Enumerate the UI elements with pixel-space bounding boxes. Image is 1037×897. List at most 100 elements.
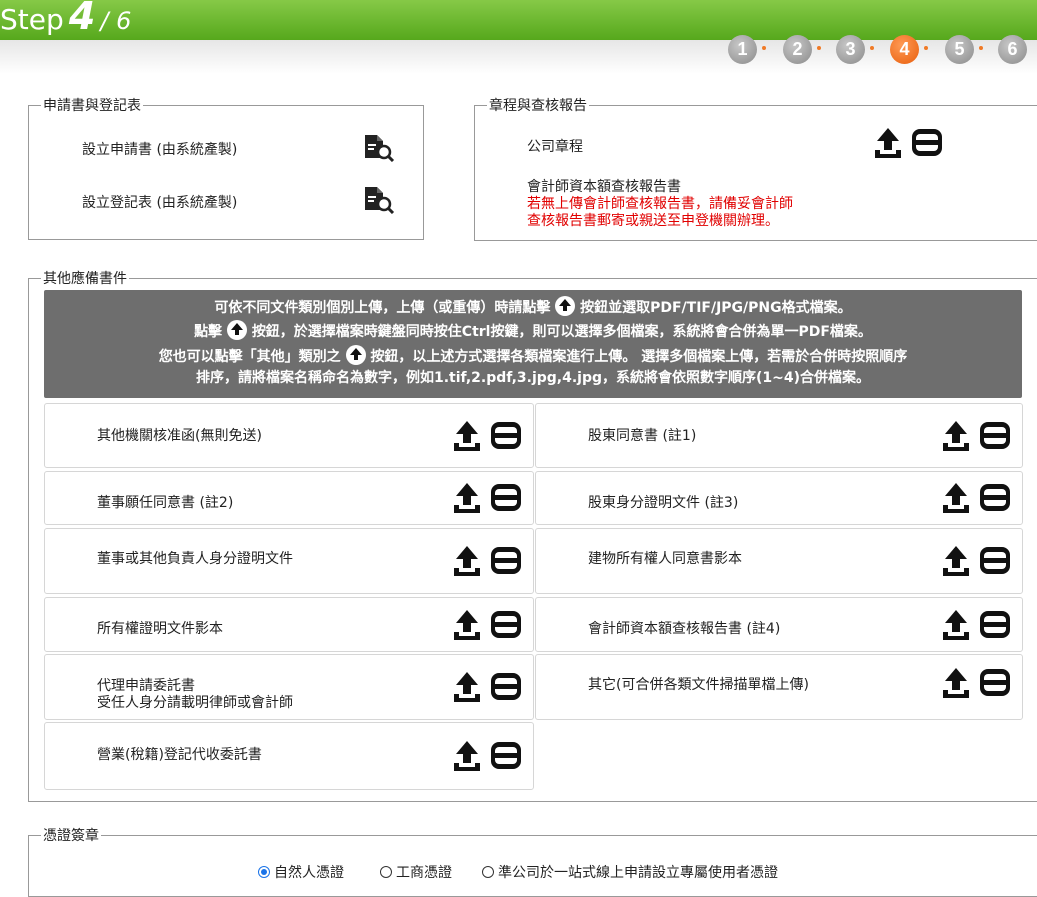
step-2: 2 <box>783 35 812 64</box>
application-form-label: 設立申請書 (由系統產製) <box>82 142 238 158</box>
step-word: Step <box>0 3 64 36</box>
section-certificate-signature: 憑證簽章 <box>28 825 1037 897</box>
upload-icon <box>454 741 480 771</box>
upload-icon <box>454 420 480 451</box>
radio-natural-person-cert[interactable]: 自然人憑證 <box>258 862 344 882</box>
upload-icon <box>943 483 969 513</box>
doc-card: 所有權證明文件影本 <box>44 597 534 652</box>
radio-button[interactable] <box>482 866 494 878</box>
instruction-text: 可依不同文件類別個別上傳，上傳（或重傳）時請點擊 <box>214 300 551 316</box>
upload-icon <box>943 668 969 698</box>
doc-card: 會計師資本額查核報告書 (註4) <box>535 597 1023 652</box>
instruction-text: 排序，請將檔案名稱命名為數字，例如1.tif,2.pdf,3.jpg,4.jpg… <box>195 370 871 386</box>
doc-card: 其他機關核准函(無則免送) <box>44 403 534 468</box>
step-current: 4 <box>68 0 96 38</box>
doc-label: 其他機關核准函(無則免送) <box>97 428 262 444</box>
doc-card: 建物所有權人同意書影本 <box>535 528 1023 594</box>
doc-actions <box>451 544 521 578</box>
doc-note: 受任人身分請載明律師或會計師 <box>97 695 293 711</box>
scan-icon <box>980 669 1010 696</box>
scan-icon <box>491 484 521 511</box>
upload-icon <box>943 420 969 451</box>
step-1: 1 <box>728 35 757 64</box>
step-separator <box>870 46 874 50</box>
scan-icon <box>491 547 521 574</box>
step-6: 6 <box>998 35 1027 64</box>
doc-label: 董事或其他負責人身分證明文件 <box>97 551 293 567</box>
scan-icon <box>980 547 1010 574</box>
doc-actions <box>940 544 1010 578</box>
scan-icon <box>491 421 521 449</box>
step-5: 5 <box>945 35 974 64</box>
scan-icon <box>491 610 521 638</box>
section-application-forms: 申請書與登記表 <box>28 95 424 240</box>
step-separator <box>762 46 766 50</box>
step-separator <box>924 46 928 50</box>
header-shadow <box>0 40 1037 74</box>
registration-form-label: 設立登記表 (由系統產製) <box>82 195 238 211</box>
radio-business-cert[interactable]: 工商憑證 <box>380 862 452 882</box>
doc-card: 其它(可合併各類文件掃描單檔上傳) <box>535 654 1023 720</box>
upload-icon <box>345 345 366 365</box>
doc-label: 股東同意書 (註1) <box>588 428 697 444</box>
scan-icon <box>980 484 1010 511</box>
header-bar: Step 4 / 6 <box>0 0 1037 40</box>
scan-icon <box>980 610 1010 638</box>
scan-icon <box>912 129 942 156</box>
upload-icon <box>454 609 480 640</box>
upload-instructions-banner: 可依不同文件類別個別上傳，上傳（或重傳）時請點擊 按鈕並選取PDF/TIF/JP… <box>44 290 1022 398</box>
instruction-text: 您也可以點擊「其他」類別之 <box>158 349 341 365</box>
radio-button[interactable] <box>380 866 392 878</box>
radio-button-checked[interactable] <box>258 866 270 878</box>
section-legend: 申請書與登記表 <box>43 98 141 114</box>
doc-card: 股東同意書 (註1) <box>535 403 1023 468</box>
doc-label: 股東身分證明文件 (註3) <box>588 495 739 511</box>
doc-actions <box>451 419 521 453</box>
doc-label: 董事願任同意書 (註2) <box>97 495 234 511</box>
doc-card: 股東身分證明文件 (註3) <box>535 471 1023 525</box>
upload-icon <box>943 546 969 576</box>
step-title: Step 4 / 6 <box>0 0 131 38</box>
scan-icon <box>491 673 521 700</box>
view-document-icon[interactable] <box>362 134 396 166</box>
doc-actions <box>451 670 521 704</box>
upload-icon <box>226 320 247 340</box>
upload-icon <box>454 546 480 576</box>
upload-icon <box>943 609 969 640</box>
instruction-text: 按鈕，於選擇檔案時鍵盤同時按住Ctrl按鍵，則可以選擇多個檔案，系統將會合併為單… <box>251 324 872 340</box>
step-3: 3 <box>836 35 865 64</box>
doc-label: 營業(稅籍)登記代收委託書 <box>97 747 262 763</box>
charter-label: 公司章程 <box>527 139 583 155</box>
audit-report-note: 查核報告書郵寄或親送至申登機關辦理。 <box>527 213 779 229</box>
doc-card: 董事願任同意書 (註2) <box>44 471 534 525</box>
instruction-text: 按鈕並選取PDF/TIF/JPG/PNG格式檔案。 <box>580 300 852 316</box>
view-document-icon[interactable] <box>362 186 396 218</box>
upload-icon <box>454 483 480 513</box>
doc-label: 會計師資本額查核報告書 (註4) <box>588 621 781 637</box>
section-legend: 章程與查核報告 <box>489 98 587 114</box>
doc-card: 營業(稅籍)登記代收委託書 <box>44 722 534 790</box>
doc-actions <box>451 608 521 642</box>
doc-actions <box>940 419 1010 453</box>
section-legend: 其他應備書件 <box>43 271 127 287</box>
doc-card: 代理申請委託書 受任人身分請載明律師或會計師 <box>44 654 534 720</box>
doc-actions <box>940 608 1010 642</box>
doc-actions <box>451 481 521 515</box>
charter-upload-group <box>872 126 944 164</box>
step-separator <box>817 46 821 50</box>
upload-icon <box>454 672 480 702</box>
upload-icon <box>875 128 901 158</box>
scan-icon <box>491 742 521 769</box>
doc-actions <box>940 666 1010 700</box>
step-4-active: 4 <box>890 35 919 64</box>
radio-quasi-company-cert[interactable]: 準公司於一站式線上申請設立專屬使用者憑證 <box>482 862 778 882</box>
radio-label: 準公司於一站式線上申請設立專屬使用者憑證 <box>498 865 778 881</box>
doc-actions <box>940 481 1010 515</box>
doc-label: 其它(可合併各類文件掃描單檔上傳) <box>588 677 809 693</box>
step-separator <box>979 46 983 50</box>
doc-label: 所有權證明文件影本 <box>97 621 223 637</box>
section-legend: 憑證簽章 <box>43 828 99 844</box>
radio-label: 自然人憑證 <box>274 865 344 881</box>
instruction-text: 點擊 <box>194 324 223 340</box>
scan-icon <box>980 421 1010 449</box>
